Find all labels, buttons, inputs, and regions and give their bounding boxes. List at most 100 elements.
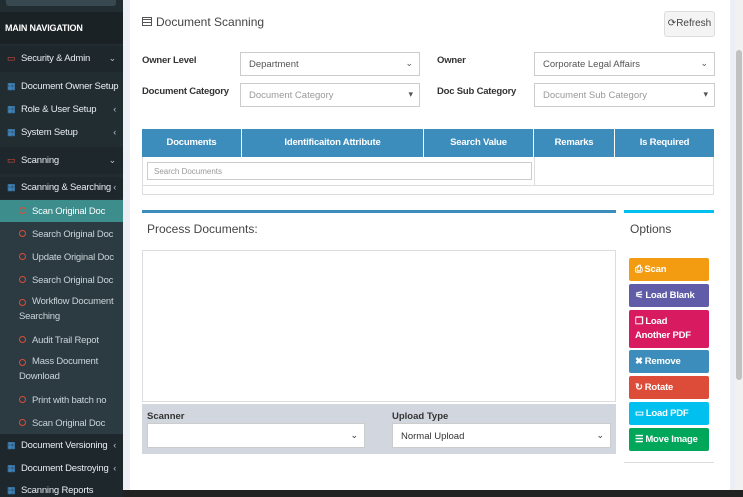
- refresh-button[interactable]: ⟳Refresh: [664, 11, 715, 37]
- sidebar-item-scanning-searching[interactable]: ▦ Scanning & Searching ‹: [0, 177, 123, 199]
- sidebar-item-document-owner-setup[interactable]: ▦ Document Owner Setup ‹: [0, 76, 123, 98]
- sidebar-item-search-original-doc[interactable]: Search Original Doc: [0, 222, 123, 245]
- remove-button[interactable]: ✖ Remove: [629, 350, 709, 373]
- copy-icon: ❐: [635, 316, 644, 327]
- table-search-row: Search Documents: [142, 157, 714, 186]
- doc-category-select[interactable]: Document Category ▾: [240, 83, 420, 107]
- refresh-label: Refresh: [676, 18, 712, 29]
- owner-value: Corporate Legal Affairs: [543, 59, 640, 70]
- rotate-icon: ↻: [635, 382, 643, 393]
- chevron-down-icon: ⌄: [596, 430, 604, 440]
- caret-down-icon: ▾: [408, 89, 413, 99]
- sidebar-item-audit-trail-repot[interactable]: Audit Trail Repot: [0, 328, 123, 351]
- sidebar-item-system-setup[interactable]: ▦ System Setup ‹: [0, 122, 123, 144]
- circle-icon: [19, 230, 26, 237]
- sidebar-item-label: System Setup: [21, 127, 78, 138]
- chevron-left-icon: ‹: [113, 127, 116, 137]
- scanner-select[interactable]: ⌄: [147, 423, 365, 448]
- sidebar-item-security-admin[interactable]: ▭ Security & Admin ⌄: [0, 46, 123, 72]
- button-label: Remove: [644, 356, 681, 367]
- sidebar-item-scan-original-doc[interactable]: Scan Original Doc: [0, 200, 123, 222]
- doc-sub-category-label: Doc Sub Category: [437, 86, 517, 97]
- options-title: Options: [630, 222, 672, 236]
- circle-icon: [19, 253, 26, 260]
- load-blank-pdf-button[interactable]: ⚟Load Blank PDF: [629, 284, 709, 324]
- sidebar-item-label: Role & User Setup: [21, 104, 97, 115]
- laptop-icon: ▭: [7, 155, 16, 165]
- column-header[interactable]: Remarks: [534, 129, 615, 157]
- chevron-down-icon: ⌄: [108, 53, 117, 63]
- load-pdf-button[interactable]: ▭ Load PDF: [629, 402, 709, 425]
- circle-icon: [19, 419, 26, 426]
- owner-select[interactable]: Corporate Legal Affairs ⌄: [534, 52, 715, 76]
- sidebar-item-scanning-reports[interactable]: ▦ Scanning Reports: [0, 480, 123, 497]
- table-header: Documents Identificaiton Attribute Searc…: [142, 129, 714, 157]
- chevron-down-icon: ⌄: [350, 430, 358, 440]
- sidebar-item-role-user-setup[interactable]: ▦ Role & User Setup ‹: [0, 99, 123, 121]
- sidebar-item-scanning[interactable]: ▭ Scanning ⌄: [0, 147, 123, 174]
- circle-icon: [19, 396, 26, 403]
- sidebar-item-label: Search Original Doc: [32, 229, 114, 240]
- scanner-upload-bar: Scanner ⌄ Upload Type Normal Upload ⌄: [142, 404, 616, 454]
- column-header[interactable]: Is Required: [615, 129, 714, 157]
- document-viewer[interactable]: [142, 250, 616, 402]
- circle-icon: [19, 276, 26, 283]
- column-header[interactable]: Documents: [142, 129, 242, 157]
- grid-icon: ▦: [7, 182, 16, 192]
- sidebar-item-label: Mass Document Download: [19, 356, 99, 382]
- upload-type-label: Upload Type: [392, 411, 449, 422]
- sidebar-item-search-original-doc-v2[interactable]: Search Original Doc V2: [0, 268, 123, 301]
- chevron-down-icon: ⌄: [108, 155, 117, 165]
- grid-icon: ▦: [7, 127, 16, 137]
- button-label: Scan: [644, 264, 667, 275]
- sidebar-item-label: Document Versioning: [21, 440, 108, 451]
- load-another-pdf-button[interactable]: ❐ Load Another PDF: [629, 310, 709, 348]
- sidebar-search-box[interactable]: [6, 0, 116, 6]
- chevron-left-icon: ‹: [113, 81, 116, 91]
- main-panel: Document Scanning ⟳Refresh Owner Level D…: [130, 0, 730, 490]
- button-label: Move Image: [645, 434, 698, 445]
- chevron-left-icon: ‹: [113, 104, 116, 114]
- column-header[interactable]: Search Value: [424, 129, 534, 157]
- list-icon: ☰: [635, 434, 644, 445]
- sidebar: MAIN NAVIGATION ▭ Security & Admin ⌄ ▦ D…: [0, 0, 123, 497]
- upload-type-select[interactable]: Normal Upload ⌄: [392, 423, 611, 448]
- chevron-down-icon: ⌄: [700, 58, 708, 68]
- sidebar-item-scan-original-doc-acc2[interactable]: Scan Original Doc Acc2: [0, 411, 123, 444]
- process-documents-box: Process Documents: Scanner ⌄ Upload Type…: [142, 210, 616, 454]
- divider: [534, 157, 535, 186]
- scrollbar-thumb[interactable]: [736, 50, 742, 380]
- search-documents-input[interactable]: Search Documents: [147, 162, 532, 180]
- sidebar-item-document-versioning[interactable]: ▦ Document Versioning ‹: [0, 434, 123, 457]
- scan-button[interactable]: ⎙ Scan: [629, 258, 709, 281]
- doc-sub-category-select[interactable]: Document Sub Category ▾: [534, 83, 715, 107]
- grid-icon: ▦: [7, 463, 16, 473]
- owner-level-select[interactable]: Department ⌄: [240, 52, 420, 76]
- options-box: Options ⎙Scan ⚟Load Blank PDF ❐Load Anot…: [624, 210, 714, 491]
- page-title: Document Scanning: [142, 15, 264, 29]
- sidebar-item-mass-document-download[interactable]: Mass Document Download: [0, 351, 123, 388]
- sidebar-header: MAIN NAVIGATION: [0, 12, 123, 44]
- table-icon: [142, 17, 152, 26]
- print-icon: ⎙: [635, 264, 643, 275]
- sidebar-item-label: Scanning: [21, 155, 60, 166]
- column-header[interactable]: Identificaiton Attribute: [242, 129, 424, 157]
- doc-category-value: Document Category: [249, 90, 334, 101]
- owner-level-label: Owner Level: [142, 55, 197, 66]
- pdf-icon: ⚟: [635, 290, 644, 301]
- sidebar-item-label: Scanning & Searching: [21, 182, 112, 193]
- circle-icon: [19, 207, 26, 214]
- grid-icon: ▦: [7, 81, 16, 91]
- move-image-button[interactable]: ☰ Move Image: [629, 428, 709, 451]
- sidebar-item-label: Security & Admin: [21, 53, 91, 64]
- sidebar-item-workflow-document-searching[interactable]: Workflow Document Searching: [0, 291, 123, 328]
- monitor-icon: ▭: [635, 408, 644, 419]
- close-icon: ✖: [635, 356, 643, 367]
- process-documents-title: Process Documents:: [147, 222, 258, 236]
- sidebar-item-document-destroying[interactable]: ▦ Document Destroying ‹: [0, 457, 123, 480]
- sidebar-item-update-original-doc[interactable]: Update Original Doc: [0, 245, 123, 268]
- table-footer-row: [142, 186, 714, 195]
- sidebar-item-label: Update Original Doc: [32, 252, 114, 263]
- rotate-button[interactable]: ↻ Rotate: [629, 376, 709, 399]
- sidebar-item-print-with-batch-no[interactable]: Print with batch no: [0, 388, 123, 411]
